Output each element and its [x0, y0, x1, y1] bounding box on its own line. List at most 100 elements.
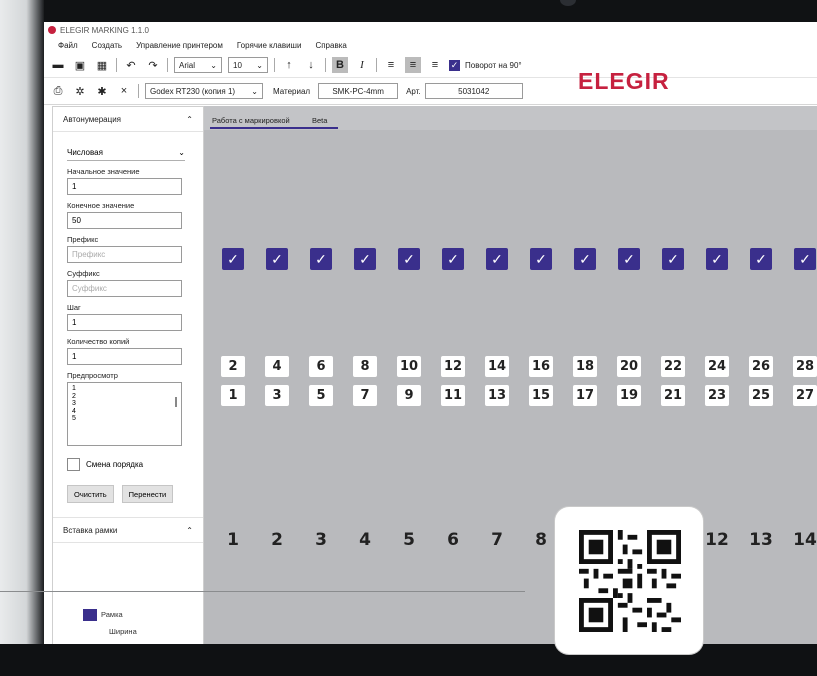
transfer-button[interactable]: Перенести	[121, 485, 174, 503]
bold-icon[interactable]: B	[332, 57, 348, 73]
copies-field[interactable]: 1	[67, 348, 182, 365]
swap-order-checkbox[interactable]	[67, 458, 80, 471]
button-row: Очистить Перенести	[67, 485, 203, 503]
material-field[interactable]: SMK-PC-4mm	[318, 83, 399, 99]
scrollbar[interactable]	[175, 397, 177, 407]
marker-label-top[interactable]: 14	[485, 356, 509, 377]
prefix-field[interactable]: Префикс	[67, 246, 182, 263]
end-label: Конечное значение	[67, 201, 135, 210]
marker-label-top[interactable]: 8	[353, 356, 377, 377]
settings-icon[interactable]: ✲	[72, 83, 88, 99]
undo-icon[interactable]: ↶	[123, 57, 139, 73]
font-select[interactable]: Arial ⌄	[174, 57, 222, 73]
marker-label-bottom[interactable]: 25	[749, 385, 773, 406]
select-checkbox[interactable]: ✓	[574, 248, 596, 270]
marker-label-top[interactable]: 4	[265, 356, 289, 377]
arrow-down-icon[interactable]: ↓	[303, 57, 319, 73]
art-label: Арт.	[406, 86, 421, 96]
marker-label-bottom[interactable]: 3	[265, 385, 289, 406]
menu-file[interactable]: Файл	[58, 41, 78, 50]
italic-icon[interactable]: I	[354, 57, 370, 73]
print-icon[interactable]: ⎙	[50, 83, 66, 99]
marker-label-bottom[interactable]: 19	[617, 385, 641, 406]
select-checkbox[interactable]: ✓	[266, 248, 288, 270]
marker-label-top[interactable]: 6	[309, 356, 333, 377]
suffix-label: Суффикс	[67, 269, 100, 278]
chevron-down-icon: ⌄	[256, 60, 263, 70]
marker-label-top[interactable]: 18	[573, 356, 597, 377]
close-icon[interactable]: ×	[116, 83, 132, 99]
autonumber-panel: Автонумерация ⌃ Числовая ⌄ Начальное знач…	[52, 106, 204, 644]
marker-label-bottom[interactable]: 17	[573, 385, 597, 406]
marker-label-top[interactable]: 10	[397, 356, 421, 377]
menu-hotkeys[interactable]: Горячие клавиши	[237, 41, 302, 50]
select-checkbox[interactable]: ✓	[442, 248, 464, 270]
swap-order-row[interactable]: Смена порядка	[67, 458, 203, 471]
grid-icon[interactable]: ▦	[94, 57, 110, 73]
select-checkbox[interactable]: ✓	[794, 248, 816, 270]
marker-label-top[interactable]: 24	[705, 356, 729, 377]
preview-box[interactable]: 1 2 3 4 5	[67, 382, 182, 446]
redo-icon[interactable]: ↷	[145, 57, 161, 73]
preview-line: 5	[72, 415, 76, 422]
frame-color-swatch[interactable]	[83, 609, 97, 621]
marker-label-bottom[interactable]: 9	[397, 385, 421, 406]
tab-marking[interactable]: Работа с маркировкой	[212, 116, 290, 125]
numbering-type-select[interactable]: Числовая ⌄	[67, 144, 185, 161]
marker-label-top[interactable]: 12	[441, 356, 465, 377]
align-right-icon[interactable]: ≡	[427, 57, 443, 73]
align-left-icon[interactable]: ≡	[383, 57, 399, 73]
marking-workspace: Работа с маркировкой Beta ✓ 2 1 ✓ 4 3 ✓ 6 5 ✓ 8 7 ✓ 1…	[204, 106, 817, 644]
tab-beta[interactable]: Beta	[312, 116, 327, 125]
select-checkbox[interactable]: ✓	[222, 248, 244, 270]
marker-label-bottom[interactable]: 1	[221, 385, 245, 406]
marker-label-bottom[interactable]: 27	[793, 385, 817, 406]
marker-label-top[interactable]: 22	[661, 356, 685, 377]
select-checkbox[interactable]: ✓	[398, 248, 420, 270]
art-field[interactable]: 5031042	[424, 83, 523, 99]
menu-bar: Файл Создать Управление принтером Горячи…	[44, 38, 817, 53]
save-icon[interactable]: ▣	[72, 57, 88, 73]
marker-label-bottom[interactable]: 5	[309, 385, 333, 406]
select-checkbox[interactable]: ✓	[486, 248, 508, 270]
marker-label-bottom[interactable]: 13	[485, 385, 509, 406]
marker-label-top[interactable]: 20	[617, 356, 641, 377]
rotate-checkbox[interactable]: ✓	[449, 59, 460, 71]
arrow-up-icon[interactable]: ↑	[281, 57, 297, 73]
align-center-icon[interactable]: ≡	[405, 57, 421, 73]
step-field[interactable]: 1	[67, 314, 182, 331]
select-checkbox[interactable]: ✓	[662, 248, 684, 270]
frame-width-label: Ширина	[109, 627, 137, 636]
font-size-select[interactable]: 10 ⌄	[228, 57, 268, 73]
marker-label-top[interactable]: 26	[749, 356, 773, 377]
select-checkbox[interactable]: ✓	[530, 248, 552, 270]
tools-icon[interactable]: ✱	[94, 83, 110, 99]
qr-code-icon	[579, 530, 681, 632]
marker-label-top[interactable]: 2	[221, 356, 245, 377]
printer-select[interactable]: Godex RT230 (копия 1) ⌄	[145, 83, 263, 99]
marker-label-top[interactable]: 28	[793, 356, 817, 377]
start-field[interactable]: 1	[67, 178, 182, 195]
select-checkbox[interactable]: ✓	[706, 248, 728, 270]
preview-label: Предпросмотр	[67, 371, 118, 380]
marker-label-bottom[interactable]: 11	[441, 385, 465, 406]
open-icon[interactable]: ▬	[50, 57, 66, 73]
menu-help[interactable]: Справка	[315, 41, 346, 50]
select-checkbox[interactable]: ✓	[618, 248, 640, 270]
frame-header[interactable]: Вставка рамки ⌃	[53, 517, 203, 543]
marker-label-bottom[interactable]: 7	[353, 385, 377, 406]
app-title: ELEGIR MARKING 1.1.0	[60, 25, 149, 35]
menu-printer[interactable]: Управление принтером	[136, 41, 223, 50]
marker-label-bottom[interactable]: 21	[661, 385, 685, 406]
marker-label-bottom[interactable]: 23	[705, 385, 729, 406]
end-field[interactable]: 50	[67, 212, 182, 229]
marker-label-bottom[interactable]: 15	[529, 385, 553, 406]
suffix-field[interactable]: Суффикс	[67, 280, 182, 297]
select-checkbox[interactable]: ✓	[354, 248, 376, 270]
clear-button[interactable]: Очистить	[67, 485, 114, 503]
marker-label-top[interactable]: 16	[529, 356, 553, 377]
select-checkbox[interactable]: ✓	[750, 248, 772, 270]
autonumber-header[interactable]: Автонумерация ⌃	[53, 107, 203, 132]
select-checkbox[interactable]: ✓	[310, 248, 332, 270]
menu-create[interactable]: Создать	[92, 41, 122, 50]
